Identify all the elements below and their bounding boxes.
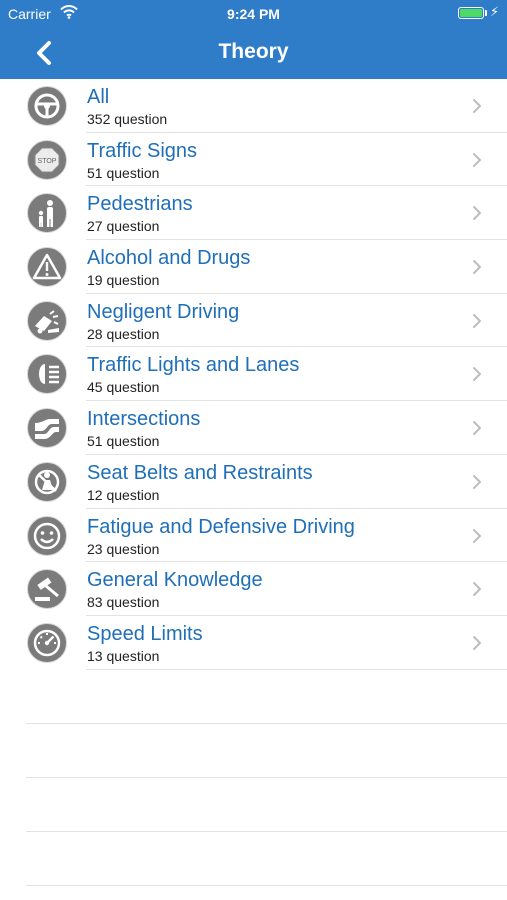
item-count: 45 question [87, 379, 160, 396]
car-crash-icon [27, 300, 67, 341]
item-count: 51 question [87, 164, 160, 181]
chevron-right-icon [473, 474, 481, 489]
chevron-right-icon [473, 206, 481, 221]
chevron-right-icon [473, 528, 481, 543]
gavel-icon [27, 569, 67, 610]
list-item[interactable]: All 352 question [0, 79, 507, 133]
intersection-curve-icon [27, 408, 67, 449]
chevron-right-icon [473, 421, 481, 436]
svg-text:STOP: STOP [38, 158, 57, 165]
list-item[interactable]: Negligent Driving 28 question [0, 294, 507, 348]
chevron-right-icon [473, 635, 481, 650]
item-count: 13 question [87, 647, 160, 664]
item-title: Seat Belts and Restraints [87, 461, 313, 484]
list-item[interactable]: Pedestrians 27 question [0, 186, 507, 240]
seat-belt-icon [27, 461, 67, 502]
list-item[interactable]: Alcohol and Drugs 19 question [0, 240, 507, 294]
divider [26, 777, 507, 778]
item-count: 19 question [87, 272, 160, 289]
list-item[interactable]: Fatigue and Defensive Driving 23 question [0, 509, 507, 563]
list-item[interactable]: General Knowledge 83 question [0, 562, 507, 616]
item-title: Alcohol and Drugs [87, 247, 251, 270]
item-title: Fatigue and Defensive Driving [87, 515, 355, 538]
item-count: 28 question [87, 325, 160, 342]
item-title: General Knowledge [87, 569, 263, 592]
list-item[interactable]: STOP Traffic Signs 51 question [0, 133, 507, 187]
list-item[interactable]: Traffic Lights and Lanes 45 question [0, 347, 507, 401]
chevron-right-icon [473, 260, 481, 275]
status-bar: Carrier 9:24 PM ⚡ [0, 0, 507, 28]
chevron-right-icon [473, 582, 481, 597]
item-count: 83 question [87, 594, 160, 611]
steering-wheel-icon [27, 86, 67, 126]
chevron-right-icon [473, 367, 481, 382]
list-item[interactable]: Seat Belts and Restraints 12 question [0, 455, 507, 509]
divider [26, 885, 507, 886]
battery-tip [485, 10, 487, 16]
chevron-right-icon [473, 152, 481, 167]
item-title: Negligent Driving [87, 300, 240, 323]
page-title: Theory [218, 40, 289, 63]
item-title: Speed Limits [87, 622, 203, 645]
item-title: All [87, 86, 110, 108]
smiley-face-icon [27, 515, 67, 556]
pedestrian-icon [27, 193, 67, 234]
status-time: 9:24 PM [227, 6, 280, 22]
item-count: 352 question [87, 111, 168, 127]
chevron-right-icon [473, 313, 481, 328]
speedometer-icon [27, 622, 67, 663]
headlight-icon [27, 354, 67, 395]
warning-triangle-icon [27, 247, 67, 288]
app-header: Carrier 9:24 PM ⚡ Theory [0, 0, 507, 79]
charging-icon: ⚡ [490, 4, 500, 19]
item-title: Traffic Signs [87, 139, 198, 162]
nav-bar: Theory [0, 28, 507, 79]
battery-icon [458, 7, 484, 19]
stop-sign-icon: STOP [27, 139, 67, 180]
divider [26, 723, 507, 724]
item-title: Pedestrians [87, 193, 193, 216]
item-count: 51 question [87, 433, 160, 450]
item-title: Traffic Lights and Lanes [87, 354, 300, 377]
list-item[interactable]: Intersections 51 question [0, 401, 507, 455]
item-count: 27 question [87, 218, 160, 235]
item-count: 12 question [87, 486, 160, 503]
chevron-right-icon [473, 99, 481, 113]
category-list: All 352 question STOP Traffic Signs 51 quest… [0, 79, 507, 670]
divider [26, 831, 507, 832]
item-title: Intersections [87, 408, 201, 431]
list-item[interactable]: Speed Limits 13 question [0, 616, 507, 670]
item-count: 23 question [87, 540, 160, 557]
